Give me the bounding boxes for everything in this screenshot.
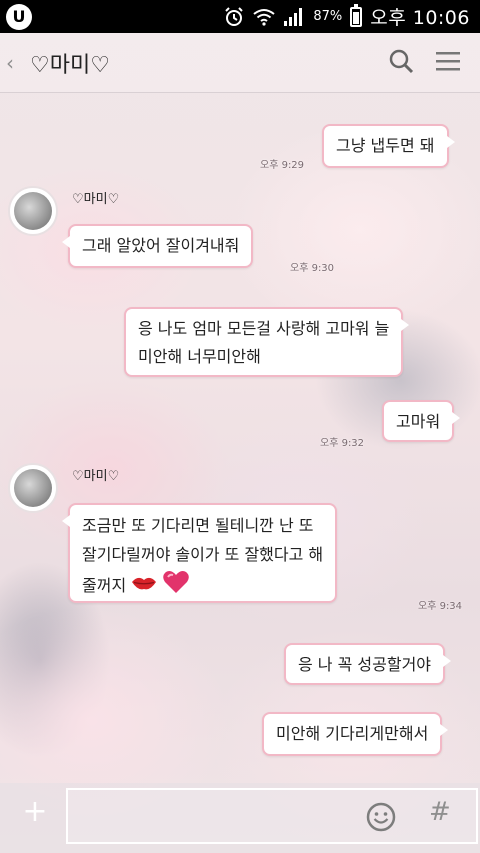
status-clock: 오후 10:06: [370, 7, 470, 29]
message-bubble-out[interactable]: 미안해 기다리게만해서: [262, 712, 449, 756]
message-text: 그냥 냅두면 돼: [336, 136, 435, 155]
message-time: 오후 9:32: [320, 438, 365, 449]
heart-emoji-icon: [162, 569, 190, 604]
message-text: 조금만 또 기다리면 될테니깐 난 또: [82, 516, 314, 535]
lips-emoji-icon: [131, 572, 157, 601]
emoji-icon[interactable]: [365, 801, 397, 837]
signal-icon: [283, 6, 305, 28]
avatar[interactable]: [8, 186, 58, 236]
message-input[interactable]: [66, 788, 478, 844]
message-text: 미안해 너무미안해: [138, 347, 261, 366]
menu-icon[interactable]: [436, 50, 460, 76]
message-time: 오후 9:34: [418, 601, 463, 612]
wifi-icon: [253, 6, 275, 28]
message-time: 오후 9:30: [290, 263, 335, 274]
search-icon[interactable]: [388, 48, 414, 78]
battery-percent: 87%: [313, 9, 343, 24]
message-bubble-in[interactable]: 그래 알았어 잘이겨내줘: [61, 224, 254, 268]
avatar[interactable]: [8, 463, 58, 513]
message-text: 응 나 꼭 성공할거야: [298, 655, 432, 674]
sender-name: ♡마미♡: [72, 192, 120, 207]
message-bubble-out[interactable]: 응 나 꼭 성공할거야: [284, 643, 452, 685]
message-text: 응 나도 엄마 모든걸 사랑해 고마워 늘: [138, 319, 390, 338]
input-bar: + #: [0, 783, 480, 853]
message-bubble-out[interactable]: 고마워: [382, 400, 461, 442]
status-bar: U 87% 오후 10:06: [0, 0, 480, 33]
message-bubble-out[interactable]: 그냥 냅두면 돼: [322, 124, 454, 168]
message-bubble-out[interactable]: 응 나도 엄마 모든걸 사랑해 고마워 늘 미안해 너무미안해: [124, 307, 410, 377]
message-text: 고마워: [396, 412, 441, 431]
alarm-icon: [223, 6, 245, 28]
message-text: 잘기다릴꺼야 솔이가 또 잘했다고 해: [82, 545, 324, 564]
back-chevron-icon[interactable]: ‹: [6, 51, 26, 75]
message-text: 그래 알았어 잘이겨내줘: [82, 236, 240, 255]
plus-icon[interactable]: +: [20, 797, 50, 827]
hash-icon[interactable]: #: [429, 797, 451, 827]
message-text: 미안해 기다리게만해서: [276, 724, 429, 743]
message-bubble-in[interactable]: 조금만 또 기다리면 될테니깐 난 또 잘기다릴꺼야 솔이가 또 잘했다고 해 …: [61, 503, 338, 604]
message-time: 오후 9:29: [260, 160, 305, 171]
carrier-logo-icon: U: [6, 3, 32, 30]
battery-icon: [350, 3, 363, 27]
chat-title: ♡마미♡: [30, 52, 110, 78]
chat-header: ‹ ♡마미♡: [0, 33, 480, 93]
message-text: 줄꺼지: [82, 576, 127, 595]
sender-name: ♡마미♡: [72, 469, 120, 484]
